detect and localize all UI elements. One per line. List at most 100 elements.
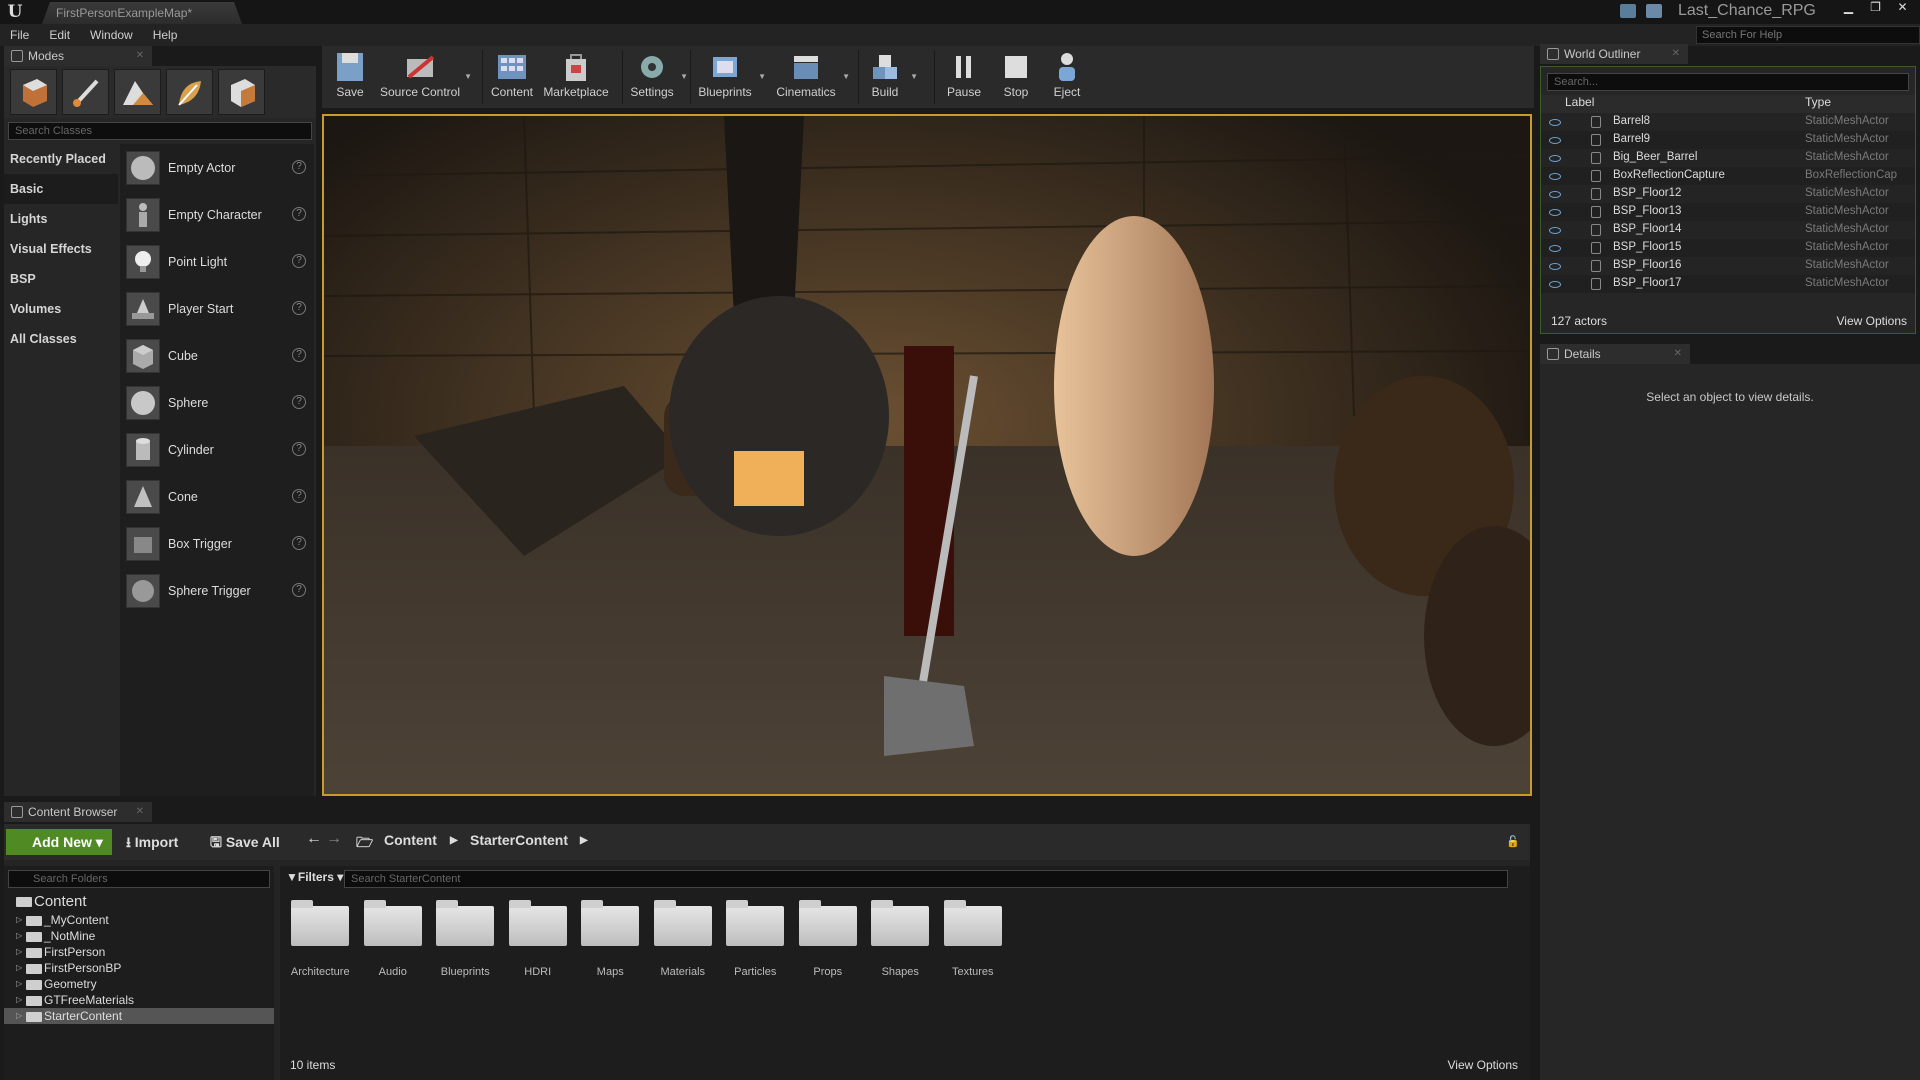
content-button[interactable]: Content: [486, 46, 538, 108]
help-icon[interactable]: ?: [292, 583, 306, 597]
marketplace-button[interactable]: Marketplace: [542, 46, 610, 108]
outliner-row[interactable]: Barrel9 StaticMeshActor: [1541, 131, 1915, 149]
outliner-row[interactable]: Big_Beer_Barrel StaticMeshActor: [1541, 149, 1915, 167]
asset-folder[interactable]: Shapes: [864, 900, 937, 978]
dropdown-arrow-icon[interactable]: ▼: [680, 72, 688, 81]
help-icon[interactable]: ?: [292, 489, 306, 503]
visibility-eye-icon[interactable]: [1549, 155, 1561, 162]
asset-folder[interactable]: Blueprints: [429, 900, 502, 978]
asset-folder[interactable]: Materials: [647, 900, 720, 978]
menu-edit[interactable]: Edit: [39, 28, 80, 42]
dropdown-arrow-icon[interactable]: ▼: [464, 72, 472, 81]
search-classes-input[interactable]: Search Classes: [8, 122, 312, 140]
place-mode-button[interactable]: [10, 69, 57, 115]
eject-button[interactable]: Eject: [1048, 46, 1086, 108]
menu-file[interactable]: File: [0, 28, 39, 42]
breadcrumb-content[interactable]: Content: [384, 832, 437, 848]
dropdown-arrow-icon[interactable]: ▼: [842, 72, 850, 81]
save-all-button[interactable]: 🖫 Save All: [210, 832, 280, 856]
paint-mode-button[interactable]: [62, 69, 109, 115]
stop-button[interactable]: Stop: [998, 46, 1034, 108]
visibility-eye-icon[interactable]: [1549, 209, 1561, 216]
chat-icon[interactable]: [1620, 4, 1636, 18]
level-viewport[interactable]: [322, 114, 1532, 796]
visibility-eye-icon[interactable]: [1549, 227, 1561, 234]
outliner-search-input[interactable]: Search...: [1547, 73, 1909, 91]
outliner-row[interactable]: Barrel8 StaticMeshActor: [1541, 113, 1915, 131]
visibility-eye-icon[interactable]: [1549, 173, 1561, 180]
modes-tab[interactable]: Modes ✕: [4, 46, 152, 66]
item-cube[interactable]: Cube?: [120, 332, 314, 379]
item-cylinder[interactable]: Cylinder?: [120, 426, 314, 473]
close-button[interactable]: ✕: [1889, 0, 1916, 16]
outliner-row[interactable]: BSP_Floor14 StaticMeshActor: [1541, 221, 1915, 239]
help-icon[interactable]: ?: [292, 301, 306, 315]
view-options-button[interactable]: View Options: [1837, 314, 1907, 328]
pause-button[interactable]: Pause: [944, 46, 984, 108]
asset-folder[interactable]: Textures: [937, 900, 1010, 978]
expand-arrow-icon[interactable]: ▷: [16, 960, 22, 976]
help-icon[interactable]: ?: [292, 442, 306, 456]
tree-folder[interactable]: ▷ GTFreeMaterials: [4, 992, 274, 1008]
help-icon[interactable]: ?: [292, 160, 306, 174]
help-icon[interactable]: ?: [292, 207, 306, 221]
tree-folder[interactable]: ▷ Geometry: [4, 976, 274, 992]
details-tab[interactable]: Details ✕: [1540, 344, 1690, 364]
world-outliner-tab[interactable]: World Outliner ✕: [1540, 44, 1688, 64]
geometry-mode-button[interactable]: [218, 69, 265, 115]
close-icon[interactable]: ✕: [136, 46, 144, 66]
view-options-button[interactable]: View Options: [1448, 1058, 1518, 1072]
foliage-mode-button[interactable]: [166, 69, 213, 115]
help-search-input[interactable]: [1696, 26, 1920, 44]
tree-folder[interactable]: ▷ _MyContent: [4, 912, 274, 928]
expand-arrow-icon[interactable]: ▷: [16, 912, 22, 928]
level-tab[interactable]: FirstPersonExampleMap*: [42, 2, 242, 24]
expand-arrow-icon[interactable]: ▷: [16, 1008, 22, 1024]
category-all-classes[interactable]: All Classes: [4, 324, 118, 354]
lock-icon[interactable]: 🔓: [1506, 835, 1520, 848]
tree-folder[interactable]: ▷ StarterContent: [4, 1008, 274, 1024]
expand-arrow-icon[interactable]: ▷: [16, 976, 22, 992]
visibility-eye-icon[interactable]: [1549, 191, 1561, 198]
help-icon[interactable]: ?: [292, 254, 306, 268]
category-recently-placed[interactable]: Recently Placed: [4, 144, 118, 174]
item-cone[interactable]: Cone?: [120, 473, 314, 520]
visibility-eye-icon[interactable]: [1549, 245, 1561, 252]
outliner-row[interactable]: BSP_Floor13 StaticMeshActor: [1541, 203, 1915, 221]
close-icon[interactable]: ✕: [136, 802, 144, 822]
asset-folder[interactable]: Props: [792, 900, 865, 978]
column-type[interactable]: Type: [1805, 95, 1831, 109]
tree-folder[interactable]: ▷ FirstPerson: [4, 944, 274, 960]
add-new-button[interactable]: Add New ▾: [6, 829, 112, 855]
source-control-button[interactable]: Source Control ▼: [378, 46, 472, 108]
outliner-row[interactable]: BSP_Floor17 StaticMeshActor: [1541, 275, 1915, 293]
build-button[interactable]: Build ▼: [862, 46, 918, 108]
dropdown-arrow-icon[interactable]: ▼: [758, 72, 766, 81]
close-icon[interactable]: ✕: [1672, 44, 1680, 64]
outliner-row[interactable]: BSP_Floor15 StaticMeshActor: [1541, 239, 1915, 257]
visibility-eye-icon[interactable]: [1549, 137, 1561, 144]
breadcrumb-separator-icon[interactable]: ▶: [580, 835, 588, 846]
forward-arrow-icon[interactable]: →: [326, 830, 342, 848]
tree-folder[interactable]: ▷ FirstPersonBP: [4, 960, 274, 976]
help-icon[interactable]: ?: [292, 348, 306, 362]
item-empty-actor[interactable]: Empty Actor?: [120, 144, 314, 191]
cinematics-button[interactable]: Cinematics ▼: [772, 46, 850, 108]
expand-arrow-icon[interactable]: ▷: [16, 992, 22, 1008]
item-sphere-trigger[interactable]: Sphere Trigger?: [120, 567, 314, 614]
category-basic[interactable]: Basic: [4, 174, 118, 204]
item-empty-character[interactable]: Empty Character?: [120, 191, 314, 238]
search-folders-input[interactable]: Search Folders: [8, 870, 270, 888]
blueprints-button[interactable]: Blueprints ▼: [694, 46, 766, 108]
back-arrow-icon[interactable]: ←: [306, 830, 322, 848]
category-visual-effects[interactable]: Visual Effects: [4, 234, 118, 264]
outliner-row[interactable]: BoxReflectionCapture BoxReflectionCap: [1541, 167, 1915, 185]
category-bsp[interactable]: BSP: [4, 264, 118, 294]
dropdown-arrow-icon[interactable]: ▼: [910, 72, 918, 81]
item-player-start[interactable]: Player Start?: [120, 285, 314, 332]
asset-folder[interactable]: Particles: [719, 900, 792, 978]
visibility-eye-icon[interactable]: [1549, 281, 1561, 288]
settings-button[interactable]: Settings ▼: [626, 46, 688, 108]
menu-window[interactable]: Window: [80, 28, 143, 42]
import-button[interactable]: ⭳ Import: [126, 832, 178, 856]
